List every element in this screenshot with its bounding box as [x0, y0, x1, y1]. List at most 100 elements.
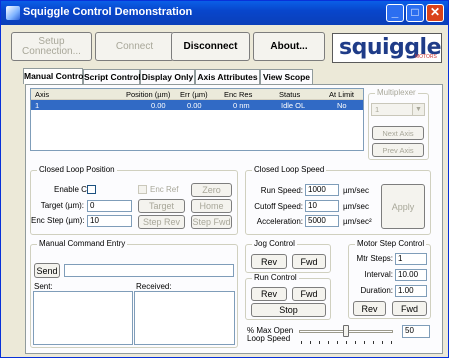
zero-button[interactable]: Zero	[191, 183, 232, 197]
jog-control-title: Jog Control	[252, 239, 297, 248]
jog-fwd-button[interactable]: Fwd	[292, 254, 326, 269]
maximize-icon: □	[411, 5, 419, 19]
slider-tick	[382, 341, 383, 344]
disconnect-button[interactable]: Disconnect	[171, 32, 250, 61]
duration-label: Duration:	[360, 286, 393, 295]
jog-rev-button[interactable]: Rev	[251, 254, 287, 269]
step-control-fwd-button[interactable]: Fwd	[392, 301, 427, 316]
axis-table[interactable]: Axis Position (µm) Err (µm) Enc Res Stat…	[30, 88, 364, 151]
duration-input[interactable]: 1.00	[395, 285, 427, 297]
column-header-axis[interactable]: Axis	[35, 90, 49, 99]
column-header-position[interactable]: Position (µm)	[126, 90, 170, 99]
cutoff-speed-input[interactable]: 10	[305, 200, 339, 212]
app-window: Squiggle Control Demonstration _ □ ✕ Set…	[0, 0, 449, 358]
multiplexer-select[interactable]: 1 ▼	[371, 103, 425, 116]
step-fwd-button[interactable]: Step Fwd	[191, 215, 232, 229]
setup-connection-button[interactable]: Setup Connection...	[11, 32, 92, 61]
acceleration-input[interactable]: 5000	[305, 215, 339, 227]
window-title: Squiggle Control Demonstration	[23, 6, 193, 18]
slider-tick	[391, 341, 392, 344]
tab-display-only[interactable]: Display Only	[140, 69, 195, 84]
tab-script-control[interactable]: Script Control	[83, 69, 141, 84]
close-icon: ✕	[429, 5, 441, 19]
cell-status: Idle OL	[281, 101, 306, 110]
next-axis-button[interactable]: Next Axis	[372, 126, 424, 140]
target-button[interactable]: Target	[138, 199, 185, 213]
apply-button[interactable]: Apply	[381, 184, 425, 229]
cutoff-speed-label: Cutoff Speed:	[254, 202, 303, 211]
minimize-icon: _	[391, 5, 399, 19]
minimize-button[interactable]: _	[386, 4, 404, 22]
cell-enc-res: 0 nm	[233, 101, 250, 110]
run-fwd-button[interactable]: Fwd	[292, 287, 326, 301]
connect-button[interactable]: Connect	[95, 32, 174, 61]
close-button[interactable]: ✕	[426, 4, 444, 22]
open-loop-speed-label: % Max Open Loop Speed	[247, 326, 294, 343]
slider-tick	[364, 341, 365, 344]
table-row[interactable]: 1 0.00 0.00 0 nm Idle OL No	[31, 100, 363, 110]
slider-tick	[355, 341, 356, 344]
app-icon	[6, 6, 20, 20]
command-input[interactable]	[64, 264, 234, 277]
enc-step-label: Enc Step (µm):	[31, 216, 85, 225]
home-button[interactable]: Home	[191, 199, 232, 213]
closed-loop-position-title: Closed Loop Position	[37, 165, 117, 174]
mtr-steps-label: Mtr Steps:	[356, 254, 393, 263]
squiggle-logo: squiggle MOTORS	[332, 33, 442, 63]
motor-step-control-title: Motor Step Control	[355, 239, 427, 248]
cell-position: 0.00	[151, 101, 166, 110]
slider-tick	[337, 341, 338, 344]
cell-axis: 1	[35, 101, 40, 110]
send-button[interactable]: Send	[34, 263, 60, 278]
step-control-rev-button[interactable]: Rev	[353, 301, 386, 316]
enc-step-input[interactable]: 10	[87, 215, 132, 227]
received-label: Received:	[136, 282, 172, 291]
run-control-title: Run Control	[252, 273, 299, 282]
acceleration-label: Acceleration:	[256, 217, 303, 226]
column-header-at-limit[interactable]: At Limit	[329, 90, 354, 99]
sent-log[interactable]	[33, 291, 133, 345]
tab-view-scope[interactable]: View Scope	[260, 69, 313, 84]
slider-tick	[310, 341, 311, 344]
open-loop-speed-slider[interactable]	[343, 325, 349, 337]
interval-input[interactable]: 10.00	[395, 269, 427, 281]
target-input[interactable]: 0	[87, 200, 132, 212]
logo-subtext: MOTORS	[415, 54, 437, 60]
cutoff-speed-unit: µm/sec	[343, 202, 369, 211]
tab-manual-control[interactable]: Manual Control	[23, 68, 86, 84]
run-stop-button[interactable]: Stop	[251, 303, 326, 317]
column-header-status[interactable]: Status	[279, 90, 300, 99]
enable-cl-checkbox[interactable]	[87, 185, 96, 194]
acceleration-unit: µm/sec²	[343, 217, 372, 226]
manual-command-title: Manual Command Entry	[37, 239, 128, 248]
slider-tick	[328, 341, 329, 344]
received-log[interactable]	[134, 291, 235, 345]
slider-tick	[319, 341, 320, 344]
interval-label: Interval:	[364, 270, 393, 279]
target-label: Target (µm):	[40, 201, 84, 210]
chevron-down-icon: ▼	[412, 104, 424, 115]
slider-tick	[301, 341, 302, 344]
closed-loop-speed-title: Closed Loop Speed	[252, 165, 327, 174]
column-header-err[interactable]: Err (µm)	[180, 90, 208, 99]
column-header-enc-res[interactable]: Enc Res	[224, 90, 252, 99]
axis-table-header: Axis Position (µm) Err (µm) Enc Res Stat…	[31, 89, 363, 100]
cell-at-limit: No	[337, 101, 347, 110]
mtr-steps-input[interactable]: 1	[395, 253, 427, 265]
run-speed-unit: µm/sec	[343, 186, 369, 195]
prev-axis-button[interactable]: Prev Axis	[372, 143, 424, 157]
maximize-button[interactable]: □	[406, 4, 424, 22]
step-rev-button[interactable]: Step Rev	[138, 215, 185, 229]
sent-label: Sent:	[34, 282, 53, 291]
multiplexer-title: Multiplexer	[375, 88, 418, 97]
enc-ref-checkbox[interactable]	[138, 185, 147, 194]
open-loop-speed-input[interactable]: 50	[402, 325, 430, 338]
about-button[interactable]: About...	[253, 32, 325, 61]
run-rev-button[interactable]: Rev	[251, 287, 287, 301]
slider-tick	[373, 341, 374, 344]
enc-ref-label: Enc Ref	[150, 185, 179, 194]
run-speed-input[interactable]: 1000	[305, 184, 339, 196]
run-speed-label: Run Speed:	[260, 186, 303, 195]
title-bar[interactable]: Squiggle Control Demonstration _ □ ✕	[1, 1, 448, 25]
tab-axis-attributes[interactable]: Axis Attributes	[195, 69, 260, 84]
